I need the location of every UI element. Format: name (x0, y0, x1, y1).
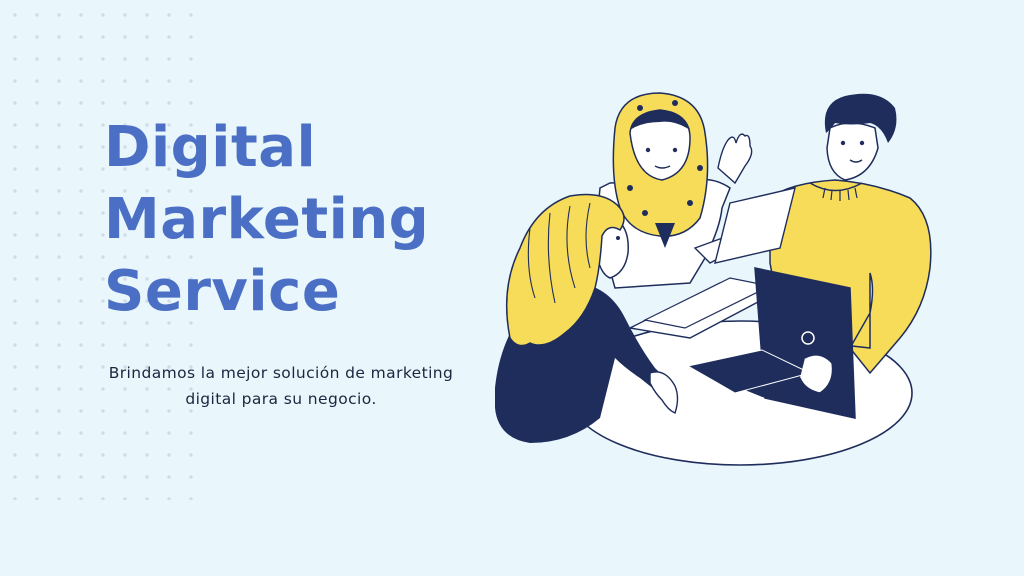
meeting-illustration (490, 88, 940, 473)
slide: Digital Marketing Service Brindamos la m… (0, 0, 1024, 576)
title-line-3: Service (104, 259, 341, 324)
title-line-2: Marketing (104, 187, 430, 252)
title-line-1: Digital (104, 115, 317, 180)
slide-subtitle: Brindamos la mejor solución de marketing… (108, 364, 454, 408)
slide-title: Digital Marketing Service (104, 112, 429, 328)
